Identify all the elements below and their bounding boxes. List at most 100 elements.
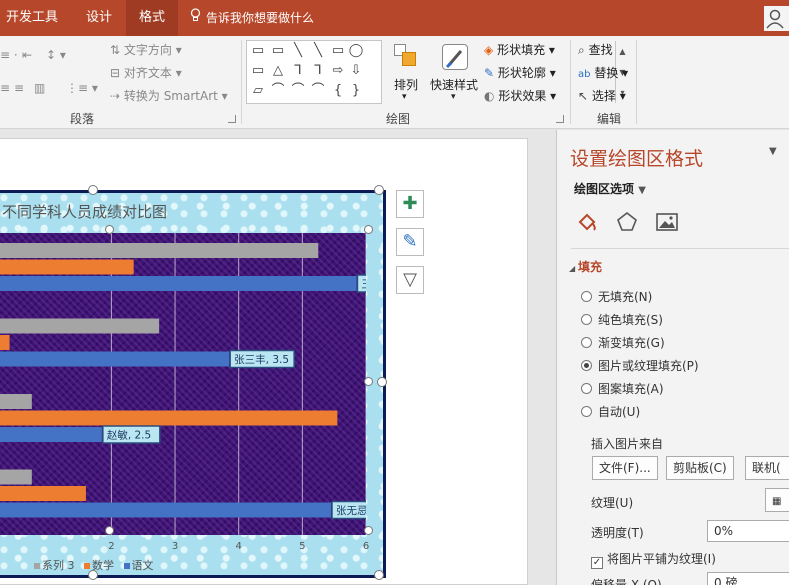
radio-pattern-fill[interactable] bbox=[581, 383, 592, 394]
convert-smartart-button[interactable]: ⇢ 转换为 SmartArt ▾ bbox=[110, 87, 228, 104]
radio-automatic-fill[interactable] bbox=[581, 406, 592, 417]
radio-no-fill[interactable] bbox=[581, 291, 592, 302]
powerpoint-window: 开发工具 设计 格式 告诉我你想要做什么 ≡ · ⇤ ↕ ▾ ≡ ≡ ▥ ⋮≡ … bbox=[0, 0, 789, 585]
resize-handle[interactable] bbox=[88, 570, 98, 580]
shape-fill-button[interactable]: ◈ 形状填充 ▾ bbox=[484, 41, 555, 58]
shape-arc-icon[interactable]: ⌒ bbox=[269, 83, 287, 99]
replace-button[interactable]: ab 替换 ▾ bbox=[578, 64, 628, 81]
shape-oval-icon[interactable]: ◯ bbox=[347, 43, 365, 59]
justify-icon[interactable]: ≡ bbox=[0, 81, 10, 95]
no-fill-option[interactable]: 无填充(N) bbox=[581, 288, 652, 305]
online-button[interactable]: 联机( bbox=[745, 456, 789, 480]
shape-vertical-textbox-icon[interactable]: ▭ bbox=[269, 43, 287, 59]
plot-handle[interactable] bbox=[105, 526, 114, 535]
shape-wave-icon[interactable]: ⌒ bbox=[309, 83, 327, 99]
shape-elbow-icon[interactable]: ⅂ bbox=[289, 63, 307, 79]
user-account-icon[interactable] bbox=[764, 6, 789, 31]
plot-area[interactable]: 王太极, 4.5 张三丰, 3.5 赵敏, 2.5 张无忌, 4.3 bbox=[0, 233, 423, 535]
effects-tab[interactable] bbox=[615, 210, 639, 234]
tab-format[interactable]: 格式 bbox=[126, 0, 178, 36]
tile-texture-checkbox-row[interactable]: ✓ 将图片平铺为纹理(I) bbox=[591, 550, 716, 569]
chart-object[interactable]: 不同学科人员成绩对比图 王太极, 4.5 张三丰, 3.5 赵敏, 2.5 张无忌, … bbox=[0, 190, 423, 578]
ribbon-tab-bar: 开发工具 设计 格式 告诉我你想要做什么 bbox=[0, 0, 789, 36]
decrease-indent-icon[interactable]: ⇤ bbox=[22, 48, 32, 62]
shape-triangle-icon[interactable]: △ bbox=[269, 63, 287, 79]
resize-handle[interactable] bbox=[374, 185, 384, 195]
x-tick-label: 6 bbox=[363, 541, 369, 552]
text-direction-button[interactable]: ⇅ 文字方向 ▾ bbox=[110, 41, 182, 58]
chart-filters-button[interactable]: ▽ bbox=[396, 266, 424, 294]
quick-styles-icon bbox=[442, 44, 468, 70]
bar bbox=[0, 410, 338, 426]
solid-fill-option[interactable]: 纯色填充(S) bbox=[581, 311, 663, 328]
plot-area-options-dropdown[interactable]: 绘图区选项 ▼ bbox=[574, 180, 646, 197]
tab-developer[interactable]: 开发工具 bbox=[0, 0, 64, 36]
legend-item: 语文 bbox=[131, 559, 154, 572]
drawing-launcher-icon[interactable] bbox=[556, 115, 564, 123]
shape-freeform-icon[interactable]: ▱ bbox=[249, 83, 267, 99]
distribute-icon[interactable]: ▥ bbox=[34, 81, 45, 95]
effects-icon: ◐ bbox=[484, 89, 495, 103]
pane-menu-icon[interactable]: ▼ bbox=[769, 146, 777, 157]
paragraph-launcher-icon[interactable] bbox=[228, 115, 236, 123]
shape-rounded-rect-icon[interactable]: ▭ bbox=[249, 63, 267, 79]
transparency-input[interactable]: 0% bbox=[707, 520, 789, 542]
shapes-gallery[interactable]: ▭ ▭ ╲ ╲ ▭ ◯ ▭ △ ⅂ ⅂ ⇨ ⇩ ▱ ⌒ ⌒ ⌒ { } ▲ ▼ bbox=[246, 40, 626, 104]
plot-handle[interactable] bbox=[364, 526, 373, 535]
radio-solid-fill[interactable] bbox=[581, 314, 592, 325]
align-center-icon[interactable]: ≡ bbox=[14, 81, 24, 95]
find-button[interactable]: ⌕ 查找 bbox=[578, 41, 613, 58]
shape-arrow-line-icon[interactable]: ╲ bbox=[309, 43, 327, 59]
pane-title: 设置绘图区格式 bbox=[570, 148, 704, 170]
bar bbox=[0, 469, 32, 485]
shape-down-arrow-icon[interactable]: ⇩ bbox=[347, 63, 365, 79]
group-separator bbox=[570, 40, 571, 124]
tab-design[interactable]: 设计 bbox=[78, 0, 120, 36]
chart-title[interactable]: 不同学科人员成绩对比图 bbox=[2, 201, 167, 222]
tile-texture-checkbox[interactable]: ✓ bbox=[591, 557, 603, 569]
fill-section-header[interactable]: ◢ 填充 bbox=[569, 258, 602, 275]
offset-x-input[interactable]: 0 磅 bbox=[707, 572, 789, 585]
select-button[interactable]: ↖ 选择 ▾ bbox=[578, 87, 626, 104]
legend-swatch bbox=[123, 563, 130, 569]
texture-picker[interactable]: ▦ bbox=[765, 488, 789, 512]
plot-handle[interactable] bbox=[105, 225, 114, 234]
bar bbox=[0, 276, 357, 291]
shape-elbow-arrow-icon[interactable]: ⅂ bbox=[309, 63, 327, 79]
gradient-fill-option[interactable]: 渐变填充(G) bbox=[581, 334, 665, 351]
resize-handle[interactable] bbox=[374, 570, 384, 580]
plot-handle[interactable] bbox=[364, 377, 373, 386]
shape-right-brace-icon[interactable]: } bbox=[347, 83, 365, 99]
resize-handle[interactable] bbox=[377, 377, 387, 387]
align-icon[interactable]: ≡ · bbox=[0, 48, 18, 62]
shape-effects-button[interactable]: ◐ 形状效果 ▾ bbox=[484, 87, 556, 104]
size-properties-tab[interactable] bbox=[655, 210, 679, 234]
insert-picture-from-label: 插入图片来自 bbox=[591, 437, 664, 451]
chart-elements-button[interactable]: ✚ bbox=[396, 190, 424, 218]
file-button[interactable]: 文件(F)... bbox=[592, 456, 658, 480]
resize-handle[interactable] bbox=[88, 185, 98, 195]
bar bbox=[0, 351, 230, 367]
align-text-button[interactable]: ⊟ 对齐文本 ▾ bbox=[110, 64, 182, 81]
fill-line-tab[interactable] bbox=[575, 210, 599, 234]
plot-handle[interactable] bbox=[364, 225, 373, 234]
shape-left-brace-icon[interactable]: { bbox=[329, 83, 347, 99]
quick-styles-label: 快速样式 bbox=[430, 78, 479, 92]
clipboard-button[interactable]: 剪贴板(C) bbox=[666, 456, 734, 480]
tell-me-search[interactable]: 告诉我你想要做什么 bbox=[190, 0, 314, 36]
chart-styles-button[interactable]: ✎ bbox=[396, 228, 424, 256]
shape-rectangle-icon[interactable]: ▭ bbox=[329, 43, 347, 59]
shape-curve-icon[interactable]: ⌒ bbox=[289, 83, 307, 99]
pattern-fill-option[interactable]: 图案填充(A) bbox=[581, 380, 664, 397]
gallery-scroll-up-icon[interactable]: ▲ bbox=[615, 41, 629, 62]
picture-texture-fill-option[interactable]: 图片或纹理填充(P) bbox=[581, 357, 699, 374]
line-spacing-icon[interactable]: ↕ ▾ bbox=[46, 48, 66, 62]
shape-right-arrow-icon[interactable]: ⇨ bbox=[329, 63, 347, 79]
radio-picture-fill[interactable] bbox=[581, 360, 592, 371]
columns-icon[interactable]: ⋮≡ ▾ bbox=[66, 81, 98, 95]
shape-textbox-icon[interactable]: ▭ bbox=[249, 43, 267, 59]
automatic-fill-option[interactable]: 自动(U) bbox=[581, 403, 640, 420]
radio-gradient-fill[interactable] bbox=[581, 337, 592, 348]
shape-outline-button[interactable]: ✎ 形状轮廓 ▾ bbox=[484, 64, 556, 81]
shape-line-icon[interactable]: ╲ bbox=[289, 43, 307, 59]
